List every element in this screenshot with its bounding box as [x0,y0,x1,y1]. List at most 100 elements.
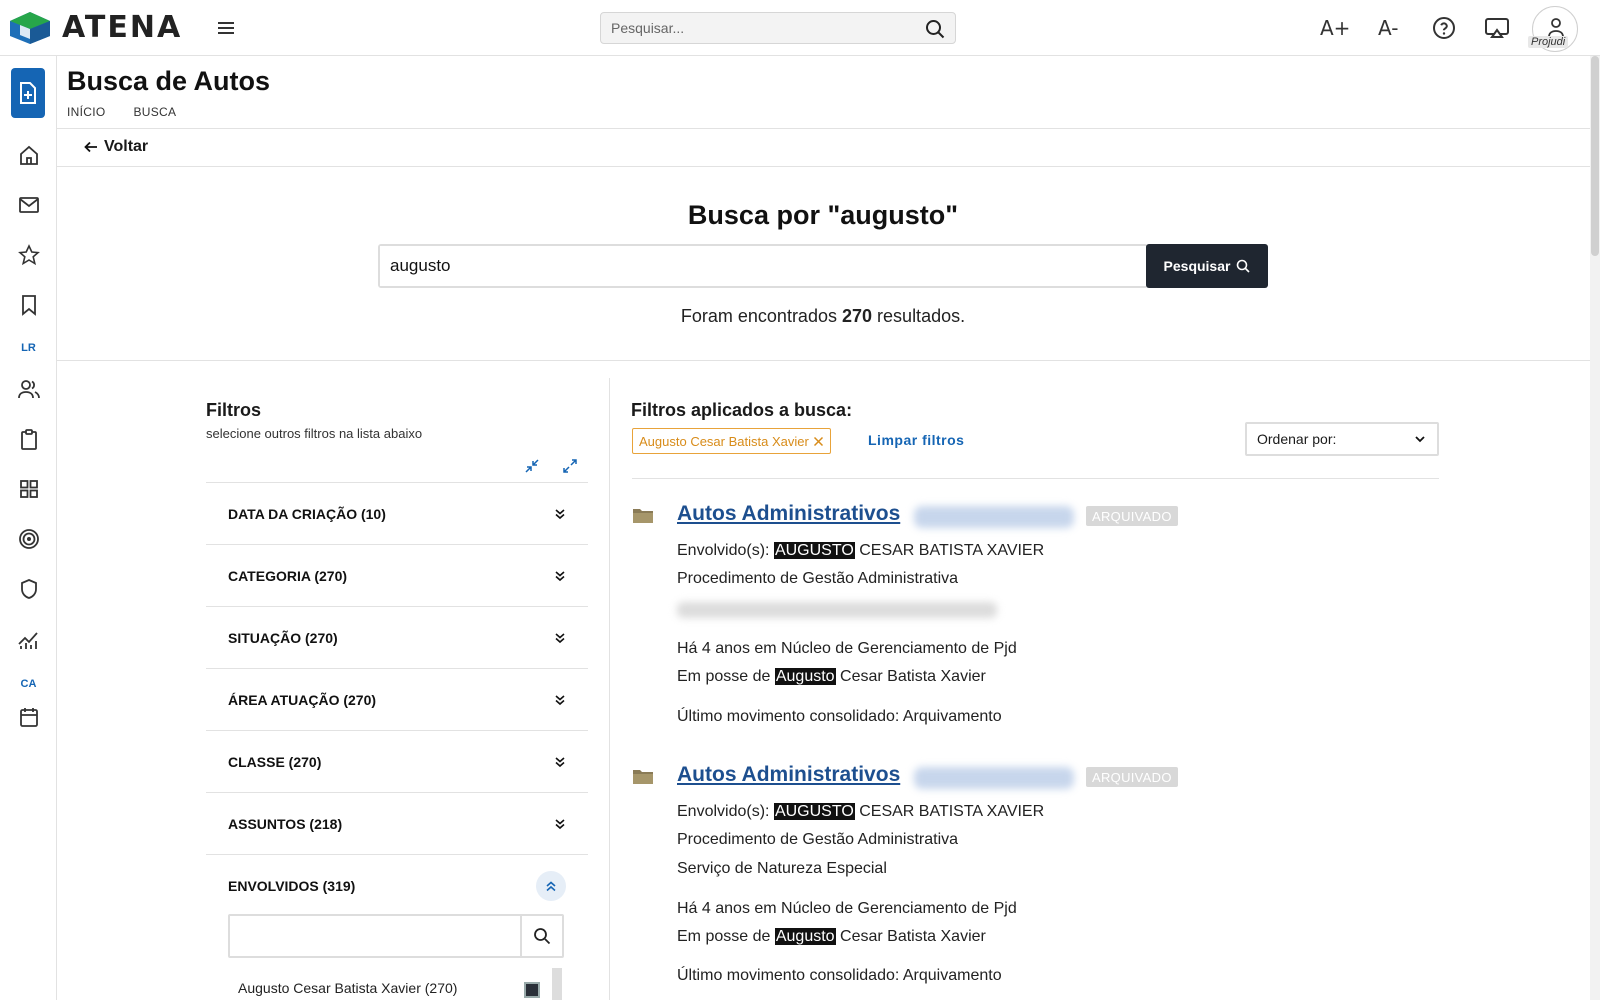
filter-label: DATA DA CRIAÇÃO (10) [228,505,386,522]
home-icon[interactable] [16,142,42,168]
result-title-link[interactable]: Autos Administrativos [677,502,900,526]
envolvidos-search-input[interactable] [230,916,518,956]
highlight-term: Augusto [774,668,836,685]
chevron-double-down-icon [555,694,565,705]
scrollbar-thumb[interactable] [1591,56,1599,256]
filter-label: ENVOLVIDOS (319) [228,877,356,894]
envolvido-option[interactable]: Augusto Cesar Batista Xavier (270) [238,980,457,996]
order-label: Ordenar por: [1257,431,1337,447]
app-logo[interactable]: ATENA [8,10,182,45]
sidebar-item-autos[interactable] [11,68,45,118]
envolvido-checkbox[interactable] [524,982,540,998]
result-movimento: Último movimento consolidado: Arquivamen… [677,967,1002,984]
filter-categoria[interactable]: CATEGORIA (270) [206,544,588,606]
results-suffix: resultados. [877,306,966,326]
chevron-double-down-icon [555,508,565,519]
posse-name: Cesar Batista Xavier [840,928,986,945]
add-document-icon [20,82,36,104]
main-search [378,244,1148,288]
collapse-all-icon[interactable] [524,458,542,476]
result-tempo: Há 4 anos em Núcleo de Gerenciamento de … [677,900,1017,917]
posse-prefix: Em posse de [677,668,771,685]
posse-prefix: Em posse de [677,928,771,945]
divider [57,360,1590,361]
font-decrease-button[interactable]: A- [1378,14,1398,42]
chevron-double-down-icon [555,756,565,767]
breadcrumb-home[interactable]: INÍCIO [67,105,105,119]
result-procedimento: Procedimento de Gestão Administrativa [677,570,959,587]
search-button[interactable]: Pesquisar [1146,244,1268,288]
sidebar-tag-ca[interactable]: CA [0,678,57,690]
chevron-down-icon [1415,436,1425,443]
envolvido-name: CESAR BATISTA XAVIER [859,803,1045,820]
menu-icon[interactable] [214,16,238,40]
divider [632,478,1439,479]
breadcrumb-search[interactable]: BUSCA [133,105,176,119]
result-movimento: Último movimento consolidado: Arquivamen… [677,708,1002,725]
back-label: Voltar [104,138,149,155]
result-posse: Em posse de Augusto Cesar Batista Xavier [677,668,986,686]
filter-area-atuacao[interactable]: ÁREA ATUAÇÃO (270) [206,668,588,730]
order-by-select[interactable]: Ordenar por: [1245,422,1439,456]
page-scrollbar[interactable] [1590,56,1600,1000]
applied-filter-chip[interactable]: Augusto Cesar Batista Xavier [632,428,831,454]
expand-all-icon[interactable] [562,458,580,476]
redacted-number [914,506,1074,528]
search-icon[interactable] [925,19,945,39]
chevron-double-up-icon[interactable] [536,870,566,901]
highlight-term: Augusto [774,928,836,945]
folder-icon [633,770,653,784]
divider [57,128,1590,129]
highlight-term: AUGUSTO [773,542,855,559]
result-tempo: Há 4 anos em Núcleo de Gerenciamento de … [677,640,1017,657]
redacted-number [914,767,1074,789]
filters-subtitle: selecione outros filtros na lista abaixo [206,426,423,441]
app-name: ATENA [62,10,183,45]
chip-label: Augusto Cesar Batista Xavier [639,433,809,449]
results-prefix: Foram encontrados [680,306,837,326]
results-number: 270 [841,306,873,326]
close-icon[interactable] [813,436,824,447]
filter-label: CLASSE (270) [228,753,322,770]
back-button[interactable]: Voltar [84,138,148,156]
calendar-icon[interactable] [16,704,42,730]
cast-screen-icon[interactable] [1484,14,1510,42]
chart-icon[interactable] [16,626,42,652]
clear-filters-link[interactable]: Limpar filtros [868,432,964,448]
filter-label: ASSUNTOS (218) [228,815,343,832]
help-icon[interactable] [1432,14,1456,42]
envolvido-prefix: Envolvido(s): [677,542,770,559]
filter-assuntos[interactable]: ASSUNTOS (218) [206,792,588,854]
envolvidos-search [228,914,564,958]
user-system-label: Projudi [1528,36,1569,48]
envolvido-prefix: Envolvido(s): [677,803,770,820]
search-icon[interactable] [520,916,562,956]
arrow-left-icon [84,141,97,153]
clipboard-icon[interactable] [16,426,42,452]
filter-envolvidos[interactable]: ENVOLVIDOS (319) [206,854,588,916]
search-icon [1237,259,1251,273]
grid-icon[interactable] [16,476,42,502]
star-icon[interactable] [16,242,42,268]
result-procedimento: Procedimento de Gestão Administrativa [677,831,959,848]
result-title-link[interactable]: Autos Administrativos [677,763,900,787]
sidebar-tag-lr[interactable]: LR [0,342,57,354]
result-envolvido: Envolvido(s): AUGUSTO CESAR BATISTA XAVI… [677,803,1044,821]
chevron-double-down-icon [555,632,565,643]
filter-classe[interactable]: CLASSE (270) [206,730,588,792]
search-button-label: Pesquisar [1163,258,1231,274]
filter-situacao[interactable]: SITUAÇÃO (270) [206,606,588,668]
highlight-term: AUGUSTO [773,803,855,820]
shield-icon[interactable] [16,576,42,602]
redacted-line [677,602,997,618]
result-servico: Serviço de Natureza Especial [677,860,887,877]
filter-data-criacao[interactable]: DATA DA CRIAÇÃO (10) [206,482,588,544]
target-icon[interactable] [16,526,42,552]
left-sidebar: LR CA [0,56,57,1000]
filter-label: SITUAÇÃO (270) [228,629,338,646]
main-search-input[interactable] [380,246,1146,286]
envolvidos-scrollbar[interactable] [552,968,562,1000]
users-icon[interactable] [16,376,42,402]
global-search-input[interactable] [601,13,911,43]
font-increase-button[interactable]: A+ [1320,14,1350,42]
